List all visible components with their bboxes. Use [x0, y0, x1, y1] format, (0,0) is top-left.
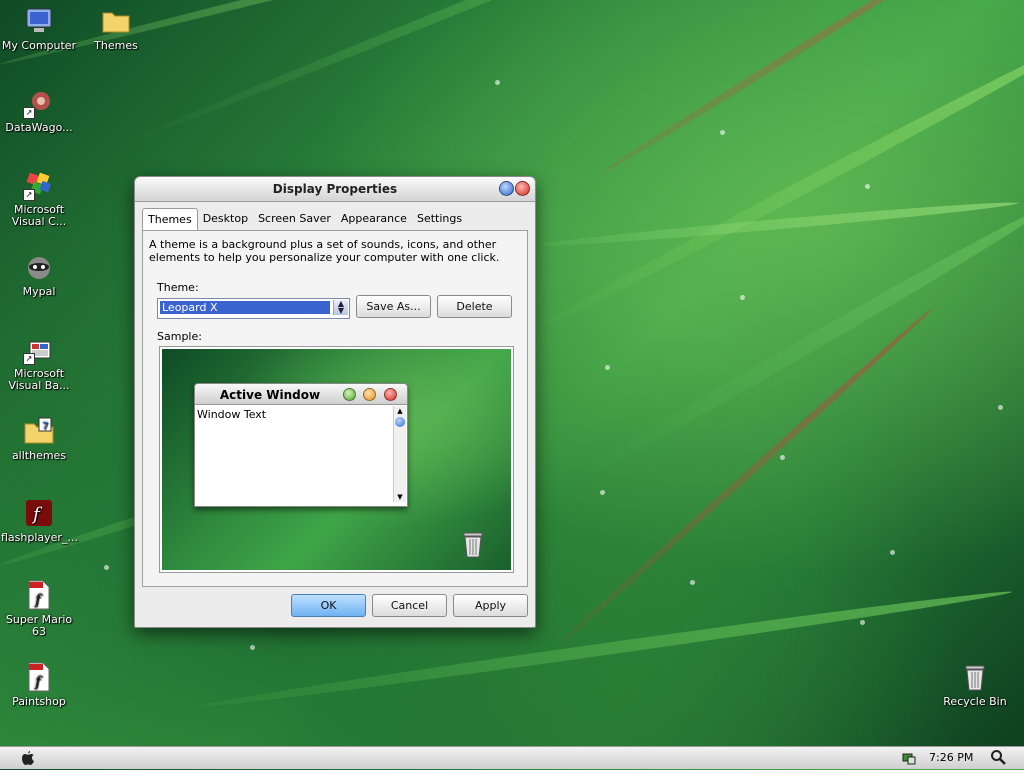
shortcut-arrow-icon: ↗: [23, 107, 35, 119]
tab-settings[interactable]: Settings: [412, 208, 467, 230]
apple-menu-icon[interactable]: [19, 749, 37, 767]
desktop-icon-datawagon[interactable]: ↗ DataWago...: [1, 87, 77, 134]
desktop-icon-label: Super Mario 63: [5, 613, 73, 638]
desktop-icon-allthemes[interactable]: 7 allthemes: [1, 415, 77, 462]
trash-icon: [959, 661, 991, 693]
save-as-button[interactable]: Save As...: [356, 295, 431, 318]
sample-active-window: Active Window Window Text ▲ ▼: [194, 383, 408, 507]
desktop-icon-label: Paintshop: [12, 695, 66, 708]
maximize-icon: [343, 388, 356, 401]
window-titlebar[interactable]: Display Properties: [135, 177, 535, 202]
desktop-icon-mypal[interactable]: Mypal: [1, 251, 77, 298]
computer-icon: [23, 5, 55, 37]
desktop-icon-visual-basic[interactable]: ↗ Microsoft Visual Ba...: [1, 333, 77, 392]
sample-window-titlebar: Active Window: [195, 384, 407, 405]
tab-themes[interactable]: Themes: [142, 208, 198, 232]
search-icon[interactable]: [990, 749, 1006, 765]
theme-sample-preview: Active Window Window Text ▲ ▼: [159, 346, 514, 573]
trash-icon: [460, 529, 486, 562]
desktop-icon-label: flashplayer_...: [1, 531, 78, 544]
network-tray-icon[interactable]: [902, 751, 916, 765]
sample-window-title: Active Window: [219, 388, 321, 402]
desktop-icon-label: allthemes: [11, 449, 67, 462]
desktop-icon-paintshop[interactable]: f Paintshop: [1, 661, 77, 708]
tab-screen-saver[interactable]: Screen Saver: [253, 208, 336, 230]
visual-basic-icon: ↗: [23, 333, 55, 365]
visual-c-icon: ↗: [23, 169, 55, 201]
theme-description: A theme is a background plus a set of so…: [149, 238, 500, 264]
desktop-icon-label: Microsoft Visual C...: [11, 203, 67, 228]
desktop-icon-visual-c[interactable]: ↗ Microsoft Visual C...: [1, 169, 77, 228]
desktop-icon-flashplayer[interactable]: f flashplayer_...: [1, 497, 78, 544]
desktop-icon-themes[interactable]: Themes: [78, 5, 154, 52]
desktop-icon-label: My Computer: [1, 39, 77, 52]
help-button[interactable]: [499, 181, 514, 196]
desktop-icon-label: Microsoft Visual Ba...: [8, 367, 70, 392]
shortcut-arrow-icon: ↗: [23, 189, 35, 201]
theme-select-value: Leopard X: [160, 301, 330, 314]
clock[interactable]: 7:26 PM: [929, 751, 973, 764]
desktop-icon-my-computer[interactable]: My Computer: [1, 5, 77, 52]
apply-button[interactable]: Apply: [453, 594, 528, 617]
close-icon: [384, 388, 397, 401]
sample-scrollbar: ▲ ▼: [393, 406, 406, 502]
taskbar: 7:26 PM: [0, 746, 1024, 769]
ok-button[interactable]: OK: [291, 594, 366, 617]
desktop-icon-label: Themes: [94, 39, 138, 52]
swf-icon: f: [23, 579, 55, 611]
sample-window-text: Window Text: [197, 408, 267, 421]
desktop-icon-super-mario[interactable]: f Super Mario 63: [1, 579, 77, 638]
datawagon-icon: ↗: [23, 87, 55, 119]
desktop-icon-recycle-bin[interactable]: Recycle Bin: [937, 661, 1013, 708]
scroll-thumb: [395, 417, 405, 427]
close-button[interactable]: [515, 181, 530, 196]
desktop-icon-label: Recycle Bin: [943, 695, 1007, 708]
minimize-icon: [363, 388, 376, 401]
flash-icon: f: [23, 497, 55, 529]
swf-icon: f: [23, 661, 55, 693]
folder-icon: [100, 5, 132, 37]
cancel-button[interactable]: Cancel: [372, 594, 447, 617]
sample-label: Sample:: [157, 330, 202, 343]
theme-label: Theme:: [157, 281, 199, 294]
shortcut-arrow-icon: ↗: [23, 353, 35, 365]
theme-select[interactable]: Leopard X ▲ ▼: [157, 298, 350, 319]
tab-strip: Themes Desktop Screen Saver Appearance S…: [142, 208, 467, 232]
tab-desktop[interactable]: Desktop: [198, 208, 253, 230]
display-properties-window[interactable]: Display Properties Themes Desktop Screen…: [134, 176, 536, 628]
chevron-updown-icon[interactable]: ▲ ▼: [333, 300, 348, 315]
desktop-icon-label: Mypal: [22, 285, 56, 298]
scroll-up-icon: ▲: [397, 407, 403, 415]
delete-button[interactable]: Delete: [437, 295, 512, 318]
mypal-icon: [23, 251, 55, 283]
window-title: Display Properties: [272, 182, 398, 196]
folder-icon: 7: [23, 415, 55, 447]
scroll-down-icon: ▼: [397, 493, 403, 501]
desktop-icon-label: DataWago...: [5, 121, 73, 134]
svg-text:7: 7: [42, 421, 48, 432]
tab-appearance[interactable]: Appearance: [336, 208, 412, 230]
